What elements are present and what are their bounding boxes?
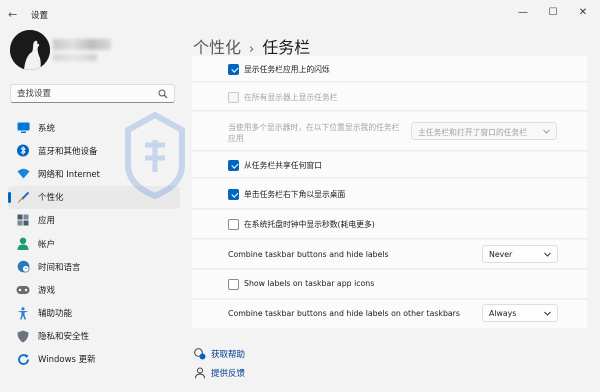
setting-row-all-displays: 在所有显示器上显示任务栏 [192, 83, 587, 111]
setting-row-show-labels[interactable]: Show labels on taskbar app icons [192, 270, 587, 299]
apps-icon [16, 213, 30, 227]
show-labels-checkbox[interactable] [228, 279, 239, 290]
setting-row-flashing[interactable]: 显示任务栏应用上的闪烁 [192, 56, 587, 82]
all-displays-checkbox[interactable] [228, 92, 239, 103]
bluetooth-icon [16, 144, 30, 158]
share-window-checkbox[interactable] [228, 160, 239, 171]
setting-row-show-seconds[interactable]: 在系统托盘时钟中显示秒数(耗电更多) [192, 210, 587, 239]
sidebar-item-label: 时间和语言 [38, 262, 81, 273]
sidebar-item-label: 蓝牙和其他设备 [38, 146, 98, 157]
feedback-icon [195, 367, 205, 379]
setting-label: 单击任务栏右下角以显示桌面 [244, 190, 346, 199]
dropdown-value: 主任务栏和打开了窗口的任务栏 [418, 128, 528, 137]
setting-row-combine-other: Combine taskbar buttons and hide labels … [192, 300, 587, 328]
sidebar-item-privacy[interactable]: 隐私和安全性 [8, 325, 180, 348]
setting-label: Show labels on taskbar app icons [244, 279, 375, 288]
back-button[interactable]: ← [8, 9, 20, 21]
avatar[interactable] [10, 30, 50, 70]
chevron-down-icon [544, 311, 551, 316]
breadcrumb-separator: › [249, 42, 255, 57]
sidebar-item-label: 帐户 [38, 239, 56, 250]
sidebar-item-accessibility[interactable]: 辅助功能 [8, 302, 180, 325]
sidebar-item-time-language[interactable]: 时间和语言 [8, 255, 180, 278]
show-desktop-checkbox[interactable] [228, 189, 239, 200]
monitor-icon [16, 121, 30, 135]
chevron-down-icon [543, 129, 550, 134]
sidebar-item-personalization[interactable]: 个性化 [8, 185, 180, 209]
setting-label: 从任务栏共享任何窗口 [244, 161, 322, 170]
feedback-label: 提供反馈 [211, 369, 246, 379]
sidebar-item-network[interactable]: 网络和 Internet [8, 162, 180, 185]
setting-row-share-window[interactable]: 从任务栏共享任何窗口 [192, 152, 587, 178]
sidebar-nav: 系统 蓝牙和其他设备 网络和 Internet 个性化 应用 帐户 时间和语言 … [8, 116, 180, 371]
sidebar-item-label: 辅助功能 [38, 309, 73, 320]
setting-row-show-desktop[interactable]: 单击任务栏右下角以显示桌面 [192, 179, 587, 209]
sidebar-item-bluetooth[interactable]: 蓝牙和其他设备 [8, 139, 180, 162]
settings-panel: 显示任务栏应用上的闪烁 在所有显示器上显示任务栏 当使用多个显示器时，在以下位置… [192, 56, 587, 328]
setting-label: 显示任务栏应用上的闪烁 [244, 65, 330, 74]
flashing-checkbox[interactable] [228, 64, 239, 75]
account-icon [16, 237, 30, 251]
sidebar-item-label: 网络和 Internet [38, 169, 100, 180]
setting-label: 在所有显示器上显示任务栏 [244, 93, 338, 102]
dropdown-value: Always [489, 309, 517, 318]
update-icon [16, 352, 30, 366]
paintbrush-icon [16, 190, 30, 204]
page-title: 任务栏 [262, 38, 311, 57]
sidebar-item-label: 隐私和安全性 [38, 332, 90, 343]
chevron-down-icon [544, 252, 551, 257]
search-box[interactable] [10, 84, 175, 103]
globe-clock-icon [16, 260, 30, 274]
help-chat-icon [194, 348, 206, 360]
search-input[interactable] [17, 88, 157, 100]
shield-icon [16, 329, 30, 343]
breadcrumb-parent[interactable]: 个性化 [193, 38, 241, 57]
sidebar-item-label: 系统 [38, 123, 56, 134]
sidebar-item-label: 应用 [38, 216, 56, 227]
sidebar-item-windows-update[interactable]: Windows 更新 [8, 348, 180, 371]
wifi-icon [16, 167, 30, 181]
username-redacted [53, 39, 111, 50]
title-bar: ← 设置 — ☐ ✕ [0, 0, 600, 30]
sidebar-item-system[interactable]: 系统 [8, 116, 180, 139]
setting-label: Combine taskbar buttons and hide labels … [228, 309, 460, 318]
email-redacted [53, 54, 97, 61]
get-help-link[interactable]: 获取帮助 [194, 348, 245, 360]
feedback-link[interactable]: 提供反馈 [194, 367, 245, 379]
minimize-button[interactable]: — [512, 4, 534, 22]
get-help-label: 获取帮助 [211, 350, 246, 360]
setting-label: 当使用多个显示器时，在以下位置显示我的任务栏应用 [228, 123, 400, 143]
search-icon[interactable] [158, 89, 168, 99]
sidebar-item-label: 个性化 [38, 193, 64, 204]
combine-buttons-dropdown[interactable]: Never [482, 245, 558, 263]
setting-row-combine-buttons: Combine taskbar buttons and hide labels … [192, 240, 587, 269]
dropdown-value: Never [489, 250, 513, 259]
sidebar-item-label: 游戏 [38, 285, 56, 296]
avatar-image [10, 30, 50, 70]
sidebar-item-accounts[interactable]: 帐户 [8, 232, 180, 255]
accessibility-icon [16, 306, 30, 320]
close-button[interactable]: ✕ [572, 4, 594, 22]
multi-display-dropdown[interactable]: 主任务栏和打开了窗口的任务栏 [411, 122, 557, 140]
gamepad-icon [16, 283, 30, 297]
maximize-button[interactable]: ☐ [542, 4, 564, 22]
setting-label: 在系统托盘时钟中显示秒数(耗电更多) [244, 220, 375, 229]
sidebar-item-apps[interactable]: 应用 [8, 209, 180, 232]
sidebar-item-label: Windows 更新 [38, 355, 96, 366]
breadcrumb: 个性化 › 任务栏 [193, 34, 310, 58]
combine-other-dropdown[interactable]: Always [482, 304, 558, 322]
sidebar-item-gaming[interactable]: 游戏 [8, 278, 180, 301]
show-seconds-checkbox[interactable] [228, 219, 239, 230]
window-title: 设置 [31, 11, 49, 21]
setting-row-multi-display: 当使用多个显示器时，在以下位置显示我的任务栏应用 主任务栏和打开了窗口的任务栏 [192, 112, 587, 151]
setting-label: Combine taskbar buttons and hide labels [228, 250, 389, 259]
